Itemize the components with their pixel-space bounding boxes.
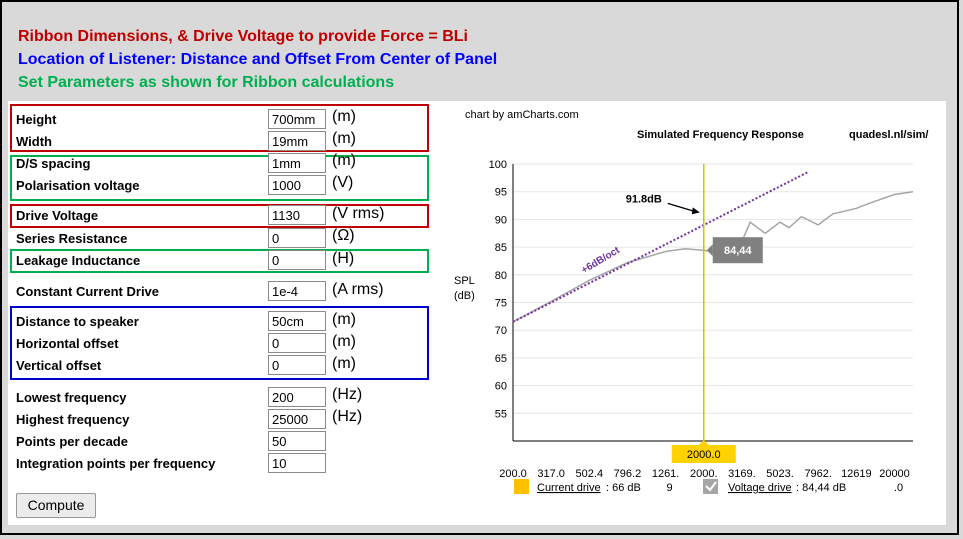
y-tick-label: 65 [495, 353, 507, 365]
chart-title: Simulated Frequency Response [637, 129, 804, 141]
y-tick-label: 70 [495, 325, 507, 337]
x-tick-label: 5023. [766, 468, 794, 480]
horizontal-offset-input[interactable] [268, 333, 326, 353]
x-tick-label: 502.4 [576, 468, 604, 480]
distance-to-speaker-label: Distance to speaker [16, 314, 139, 329]
x-tick-label-wrap: 9 [667, 482, 673, 494]
points-per-decade-input[interactable] [268, 431, 326, 451]
lowest-frequency-input[interactable] [268, 387, 326, 407]
compute-button[interactable]: Compute [16, 493, 96, 518]
height-unit: (m) [332, 108, 356, 125]
integration-points-label: Integration points per frequency [16, 456, 216, 471]
legend-swatch-voltage-drive [703, 479, 718, 494]
leakage-inductance-input[interactable] [268, 250, 326, 270]
width-unit: (m) [332, 130, 356, 147]
x-tick-label: 12619 [841, 468, 872, 480]
frequency-response-chart: chart by amCharts.com Simulated Frequenc… [454, 109, 928, 494]
distance-to-speaker-unit: (m) [332, 311, 356, 328]
series-resistance-label: Series Resistance [16, 231, 128, 246]
chart-credit[interactable]: chart by amCharts.com [465, 109, 579, 121]
y-tick-label: 100 [489, 159, 507, 171]
y-tick-label: 55 [495, 408, 507, 420]
y-tick-label: 60 [495, 381, 507, 393]
distance-to-speaker-input[interactable] [268, 311, 326, 331]
drive-voltage-label: Drive Voltage [16, 208, 99, 223]
y-tick-label: 80 [495, 270, 507, 282]
constant-current-drive-input[interactable] [268, 281, 326, 301]
tooltip-value: 84,44 [724, 245, 752, 257]
ds-spacing-label: D/S spacing [16, 156, 91, 171]
lowest-frequency-unit: (Hz) [332, 386, 363, 403]
drive-voltage-input[interactable] [268, 205, 326, 225]
x-tick-label: 317.0 [537, 468, 565, 480]
leakage-inductance-label: Leakage Inductance [16, 253, 141, 268]
height-input[interactable] [268, 109, 326, 129]
y-tick-label: 85 [495, 242, 507, 254]
x-tick-label: 796.2 [614, 468, 642, 480]
series-resistance-input[interactable] [268, 228, 326, 248]
integration-points-input[interactable] [268, 453, 326, 473]
highlight-box-dimensions [10, 104, 429, 152]
points-per-decade-label: Points per decade [16, 434, 128, 449]
ds-spacing-unit: (m) [332, 152, 356, 169]
legend-label-current-drive: Current drive [537, 482, 601, 494]
lowest-frequency-label: Lowest frequency [16, 390, 127, 405]
x-tick-label: 200.0 [499, 468, 527, 480]
ds-spacing-input[interactable] [268, 153, 326, 173]
x-tick-label: 20000 [879, 468, 910, 480]
drive-voltage-unit: (V rms) [332, 205, 385, 222]
heading-set-parameters: Set Parameters as shown for Ribbon calcu… [18, 74, 395, 91]
width-input[interactable] [268, 131, 326, 151]
legend-label-voltage-drive: Voltage drive [728, 482, 792, 494]
y-axis-label-unit: (dB) [454, 290, 475, 302]
y-tick-label: 95 [495, 187, 507, 199]
constant-current-drive-label: Constant Current Drive [16, 284, 160, 299]
x-tick-label-wrap: .0 [894, 482, 903, 494]
x-tick-label: 1261. [652, 468, 680, 480]
x-tick-label: 2000. [690, 468, 718, 480]
constant-current-drive-unit: (A rms) [332, 281, 384, 298]
annotation-91-8db: 91.8dB [626, 193, 662, 205]
leakage-inductance-unit: (H) [332, 250, 355, 267]
width-label: Width [16, 134, 52, 149]
highest-frequency-unit: (Hz) [332, 408, 363, 425]
series-resistance-unit: (Ω) [332, 227, 355, 244]
vertical-offset-input[interactable] [268, 355, 326, 375]
y-tick-label: 75 [495, 298, 507, 310]
chart-source: quadesl.nl/sim/ [849, 129, 928, 141]
highest-frequency-input[interactable] [268, 409, 326, 429]
polarisation-voltage-input[interactable] [268, 175, 326, 195]
cursor-value-label: 2000.0 [687, 449, 721, 461]
horizontal-offset-label: Horizontal offset [16, 336, 119, 351]
heading-ribbon-dimensions: Ribbon Dimensions, & Drive Voltage to pr… [18, 28, 468, 45]
vertical-offset-label: Vertical offset [16, 358, 102, 373]
highest-frequency-label: Highest frequency [16, 412, 130, 427]
y-tick-label: 90 [495, 214, 507, 226]
legend-value-voltage-drive: : 84,44 dB [796, 482, 846, 494]
vertical-offset-unit: (m) [332, 355, 356, 372]
polarisation-voltage-unit: (V) [332, 174, 354, 191]
y-axis-label-spl: SPL [454, 275, 475, 287]
legend-swatch-current-drive [514, 479, 529, 494]
x-tick-label: 7962. [804, 468, 832, 480]
heading-listener-location: Location of Listener: Distance and Offse… [18, 51, 498, 68]
horizontal-offset-unit: (m) [332, 333, 356, 350]
height-label: Height [16, 112, 57, 127]
legend-value-current-drive: : 66 dB [606, 482, 641, 494]
x-tick-label: 3169. [728, 468, 756, 480]
polarisation-voltage-label: Polarisation voltage [16, 178, 140, 193]
